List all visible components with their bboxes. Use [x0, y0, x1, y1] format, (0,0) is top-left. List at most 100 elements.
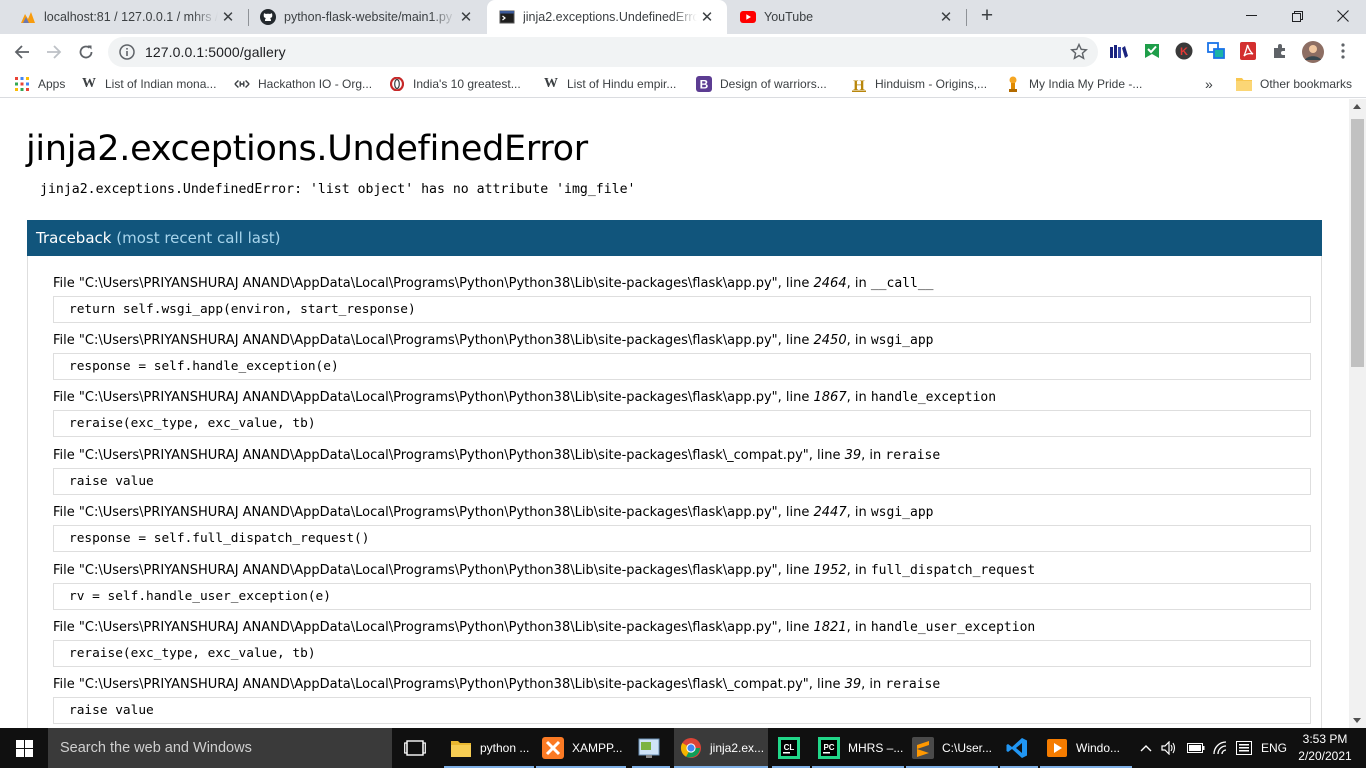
acrobat-icon[interactable]	[1239, 42, 1257, 60]
frame-code[interactable]: raise value	[53, 468, 1311, 495]
bookmark-label: Hinduism - Origins,...	[875, 77, 988, 91]
frame-function: handle_user_exception	[870, 620, 1036, 635]
traceback-frame[interactable]: File "C:\Users\PRIYANSHURAJ ANAND\AppDat…	[53, 447, 1311, 495]
tab-phpmyadmin[interactable]: localhost:81 / 127.0.0.1 / mhrs / g ✕	[8, 0, 248, 34]
tab-github[interactable]: python-flask-website/main1.py a ✕	[248, 0, 486, 34]
taskbar-item-label: Windo...	[1076, 741, 1121, 755]
traceback-frame[interactable]: File "C:\Users\PRIYANSHURAJ ANAND\AppDat…	[53, 275, 1311, 323]
volume-icon[interactable]	[1161, 728, 1177, 768]
taskbar-vscode[interactable]	[1000, 728, 1038, 768]
address-bar[interactable]: 127.0.0.1:5000/gallery	[108, 37, 1098, 67]
checklist-extension-icon[interactable]	[1143, 42, 1161, 60]
bookmark-design-warriors[interactable]: B Design of warriors...	[696, 75, 827, 93]
url-text[interactable]: 127.0.0.1:5000/gallery	[145, 44, 286, 60]
frame-line-number: 1952	[813, 563, 847, 578]
taskbar-media-player[interactable]: Windo...	[1040, 728, 1132, 768]
reading-list-icon[interactable]	[1110, 42, 1128, 60]
folder-icon	[450, 737, 472, 759]
traceback-frame[interactable]: File "C:\Users\PRIYANSHURAJ ANAND\AppDat…	[53, 504, 1311, 552]
traceback-frame[interactable]: File "C:\Users\PRIYANSHURAJ ANAND\AppDat…	[53, 332, 1311, 380]
bookmarks-overflow-button[interactable]: »	[1205, 75, 1213, 93]
traceback-frame[interactable]: File "C:\Users\PRIYANSHURAJ ANAND\AppDat…	[53, 619, 1311, 667]
bookmark-hinduism[interactable]: H Hinduism - Origins,...	[851, 75, 987, 93]
reload-button[interactable]	[72, 38, 100, 66]
bookmark-hackathon[interactable]: Hackathon IO - Org...	[234, 75, 372, 93]
terminal-icon	[499, 9, 515, 25]
tray-overflow-icon[interactable]	[1140, 728, 1152, 768]
bookmark-india-greatest[interactable]: India's 10 greatest...	[389, 75, 521, 93]
frame-line-number: 1867	[813, 390, 847, 405]
taskbar-item-label: C:\User...	[942, 741, 993, 755]
frame-code[interactable]: rv = self.handle_user_exception(e)	[53, 583, 1311, 610]
close-window-button[interactable]	[1320, 0, 1366, 32]
task-view-button[interactable]	[404, 738, 426, 758]
extensions-puzzle-icon[interactable]	[1271, 42, 1289, 60]
taskbar-pycharm[interactable]: PC MHRS –...	[812, 728, 904, 768]
frame-location: File "C:\Users\PRIYANSHURAJ ANAND\AppDat…	[53, 563, 1036, 578]
taskbar-control-panel[interactable]	[632, 728, 670, 768]
k-extension-icon[interactable]: K	[1175, 42, 1193, 60]
bookmark-hindu-empires[interactable]: W List of Hindu empir...	[543, 75, 676, 93]
taskbar-chrome[interactable]: jinja2.ex...	[674, 728, 768, 768]
scroll-down-arrow-icon[interactable]	[1353, 718, 1361, 723]
frame-code[interactable]: response = self.full_dispatch_request()	[53, 525, 1311, 552]
taskbar-file-explorer[interactable]: python ...	[444, 728, 534, 768]
sublime-icon	[912, 737, 934, 759]
scrollbar-thumb[interactable]	[1351, 119, 1364, 367]
frame-code[interactable]: raise value	[53, 697, 1311, 724]
traceback-frame[interactable]: File "C:\Users\PRIYANSHURAJ ANAND\AppDat…	[53, 676, 1311, 724]
wifi-icon[interactable]	[1212, 728, 1228, 768]
frame-code[interactable]: reraise(exc_type, exc_value, tb)	[53, 410, 1311, 437]
taskbar-sublime[interactable]: C:\User...	[906, 728, 998, 768]
frame-code[interactable]: reraise(exc_type, exc_value, tb)	[53, 640, 1311, 667]
frame-line-number: 39	[844, 677, 862, 692]
forward-button[interactable]	[40, 38, 68, 66]
taskbar-xampp[interactable]: XAMPP...	[536, 728, 626, 768]
bookmark-star-icon[interactable]	[1070, 43, 1088, 61]
close-icon[interactable]: ✕	[218, 7, 238, 27]
battery-icon[interactable]	[1187, 728, 1205, 768]
tab-youtube[interactable]: YouTube ✕	[728, 0, 966, 34]
back-button[interactable]	[8, 38, 36, 66]
close-icon[interactable]: ✕	[936, 7, 956, 27]
media-player-icon	[1046, 737, 1068, 759]
bookmark-my-india[interactable]: My India My Pride -...	[1005, 75, 1142, 93]
bookmark-label: Hackathon IO - Org...	[258, 77, 373, 91]
page-scrollbar[interactable]	[1349, 99, 1366, 728]
language-indicator[interactable]: ENG	[1261, 728, 1287, 768]
back-arrow-icon	[14, 45, 29, 59]
taskbar-item-label: python ...	[480, 741, 530, 755]
frame-file-path: "C:\Users\PRIYANSHURAJ ANAND\AppData\Loc…	[78, 390, 778, 405]
bookmark-apps[interactable]: Apps	[14, 75, 65, 93]
other-bookmarks-folder[interactable]: Other bookmarks	[1236, 75, 1352, 93]
profile-avatar[interactable]	[1302, 41, 1324, 63]
traceback-frame[interactable]: File "C:\Users\PRIYANSHURAJ ANAND\AppDat…	[53, 562, 1311, 610]
error-message: jinja2.exceptions.UndefinedError: 'list …	[40, 182, 636, 197]
new-tab-button[interactable]: +	[976, 5, 998, 28]
frame-function: full_dispatch_request	[870, 563, 1036, 578]
taskbar-clion[interactable]: CL	[772, 728, 810, 768]
traceback-frame[interactable]: File "C:\Users\PRIYANSHURAJ ANAND\AppDat…	[53, 389, 1311, 437]
frame-location: File "C:\Users\PRIYANSHURAJ ANAND\AppDat…	[53, 448, 941, 463]
frame-line-number: 2464	[813, 276, 847, 291]
menu-dots-icon[interactable]	[1334, 42, 1352, 60]
close-icon[interactable]: ✕	[456, 7, 476, 27]
minimize-button[interactable]	[1228, 0, 1274, 32]
action-center-icon[interactable]	[1236, 728, 1252, 768]
taskbar-search-input[interactable]: Search the web and Windows	[48, 728, 392, 768]
bookmark-label: List of Hindu empir...	[567, 77, 677, 91]
screen-share-icon[interactable]	[1207, 42, 1225, 60]
clock-date: 2/20/2021	[1298, 749, 1352, 763]
frame-code[interactable]: return self.wsgi_app(environ, start_resp…	[53, 296, 1311, 323]
close-icon[interactable]: ✕	[697, 7, 717, 27]
frame-code[interactable]: response = self.handle_exception(e)	[53, 353, 1311, 380]
taskbar-item-label: MHRS –...	[848, 741, 904, 755]
tab-flask-error[interactable]: jinja2.exceptions.UndefinedError ✕	[487, 0, 727, 34]
bookmark-indian-monuments[interactable]: W List of Indian mona...	[81, 75, 216, 93]
scroll-up-arrow-icon[interactable]	[1353, 104, 1361, 109]
start-button[interactable]	[0, 728, 48, 768]
restore-button[interactable]	[1274, 0, 1320, 32]
frame-location: File "C:\Users\PRIYANSHURAJ ANAND\AppDat…	[53, 276, 934, 291]
taskbar-clock[interactable]: 3:53 PM 2/20/2021	[1290, 731, 1360, 765]
site-info-icon[interactable]	[119, 44, 135, 60]
